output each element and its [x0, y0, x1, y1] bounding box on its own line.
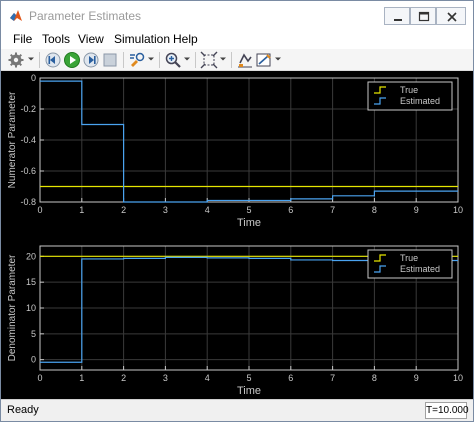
- status-bar: Ready T=10.000: [1, 399, 473, 421]
- numerator-x-tick-label: 8: [372, 205, 377, 215]
- menu-view[interactable]: View: [78, 32, 104, 46]
- numerator-legend-label-estimated: Estimated: [400, 96, 440, 106]
- status-text: Ready: [7, 404, 39, 416]
- numerator-y-tick-label: 0: [31, 73, 36, 83]
- denominator-x-tick-label: 4: [205, 373, 210, 383]
- chevron-down-icon[interactable]: [183, 55, 191, 63]
- stop-icon[interactable]: [101, 51, 119, 69]
- menu-tools[interactable]: Tools: [42, 32, 70, 46]
- simulation-time: T=10.000: [425, 402, 469, 419]
- maximize-button[interactable]: [410, 7, 436, 25]
- denominator-x-axis-label: Time: [237, 385, 261, 397]
- denominator-x-tick-label: 0: [37, 373, 42, 383]
- charts-canvas[interactable]: 0 1 2 3 4 5 6 7 8 9 100-0.2-0.4-0.6-0.8TimeNumerat…: [1, 71, 473, 399]
- numerator-x-tick-label: 10: [453, 205, 463, 215]
- menu-help[interactable]: Help: [173, 32, 198, 46]
- numerator-x-tick-label: 3: [163, 205, 168, 215]
- style-icon[interactable]: [255, 51, 273, 69]
- denominator-x-tick-label: 9: [414, 373, 419, 383]
- run-icon[interactable]: [63, 51, 81, 69]
- toolbar-separator: [231, 52, 232, 68]
- toolbar-separator: [159, 52, 160, 68]
- matlab-logo-icon: [10, 10, 22, 21]
- denominator-x-tick-label: 7: [330, 373, 335, 383]
- close-icon: [447, 12, 457, 22]
- close-button[interactable]: [436, 7, 466, 25]
- denominator-y-tick-label: 10: [26, 303, 36, 313]
- app-window: Parameter Estimates File Tools View Simu…: [0, 0, 474, 422]
- numerator-x-tick-label: 4: [205, 205, 210, 215]
- toolbar-separator: [39, 52, 40, 68]
- denominator-y-tick-label: 15: [26, 277, 36, 287]
- zoom-icon[interactable]: [164, 51, 182, 69]
- chevron-down-icon[interactable]: [274, 55, 282, 63]
- step-back-icon[interactable]: [44, 51, 62, 69]
- numerator-y-axis-label: Numerator Parameter: [7, 91, 18, 188]
- denominator-x-tick-label: 10: [453, 373, 463, 383]
- numerator-x-tick-label: 9: [414, 205, 419, 215]
- numerator-x-tick-label: 6: [288, 205, 293, 215]
- denominator-legend-label-estimated: Estimated: [400, 264, 440, 274]
- step-forward-icon[interactable]: [82, 51, 100, 69]
- numerator-x-axis-label: Time: [237, 217, 261, 229]
- window-title: Parameter Estimates: [29, 9, 142, 23]
- chevron-down-icon[interactable]: [219, 55, 227, 63]
- gear-icon[interactable]: [7, 51, 25, 69]
- menu-file[interactable]: File: [13, 32, 32, 46]
- menu-simulation[interactable]: Simulation: [114, 32, 170, 46]
- denominator-y-tick-label: 0: [31, 355, 36, 365]
- numerator-legend-label-true: True: [400, 85, 418, 95]
- denominator-legend-label-true: True: [400, 253, 418, 263]
- denominator-x-tick-label: 8: [372, 373, 377, 383]
- highlight-icon[interactable]: [128, 51, 146, 69]
- numerator-x-tick-label: 1: [79, 205, 84, 215]
- numerator-y-tick-label: -0.8: [20, 197, 36, 207]
- plot-area: 0 1 2 3 4 5 6 7 8 9 10 0 -0.2 -0.4 -0.6 -0.8 Time Numerat…: [1, 71, 473, 399]
- menu-bar: File Tools View Simulation Help: [1, 31, 473, 49]
- denominator-x-tick-label: 1: [79, 373, 84, 383]
- denominator-y-axis-label: Denominator Parameter: [7, 254, 18, 361]
- numerator-x-tick-label: 0: [37, 205, 42, 215]
- numerator-x-tick-label: 7: [330, 205, 335, 215]
- numerator-x-tick-label: 5: [246, 205, 251, 215]
- minimize-button[interactable]: [384, 7, 410, 25]
- denominator-x-tick-label: 3: [163, 373, 168, 383]
- toolbar: [1, 49, 473, 71]
- numerator-y-tick-label: -0.2: [20, 104, 36, 114]
- numerator-y-tick-label: -0.6: [20, 166, 36, 176]
- fit-to-view-icon[interactable]: [200, 51, 218, 69]
- numerator-y-tick-label: -0.4: [20, 135, 36, 145]
- numerator-x-tick-label: 2: [121, 205, 126, 215]
- chevron-down-icon[interactable]: [27, 55, 35, 63]
- minimize-icon: [394, 19, 402, 21]
- title-bar[interactable]: Parameter Estimates: [1, 1, 473, 31]
- maximize-icon: [418, 11, 430, 22]
- denominator-x-tick-label: 6: [288, 373, 293, 383]
- toolbar-separator: [123, 52, 124, 68]
- denominator-x-tick-label: 2: [121, 373, 126, 383]
- toolbar-separator: [195, 52, 196, 68]
- denominator-y-tick-label: 20: [26, 251, 36, 261]
- chevron-down-icon[interactable]: [147, 55, 155, 63]
- denominator-x-tick-label: 5: [246, 373, 251, 383]
- denominator-y-tick-label: 5: [31, 329, 36, 339]
- signal-icon[interactable]: [236, 51, 254, 69]
